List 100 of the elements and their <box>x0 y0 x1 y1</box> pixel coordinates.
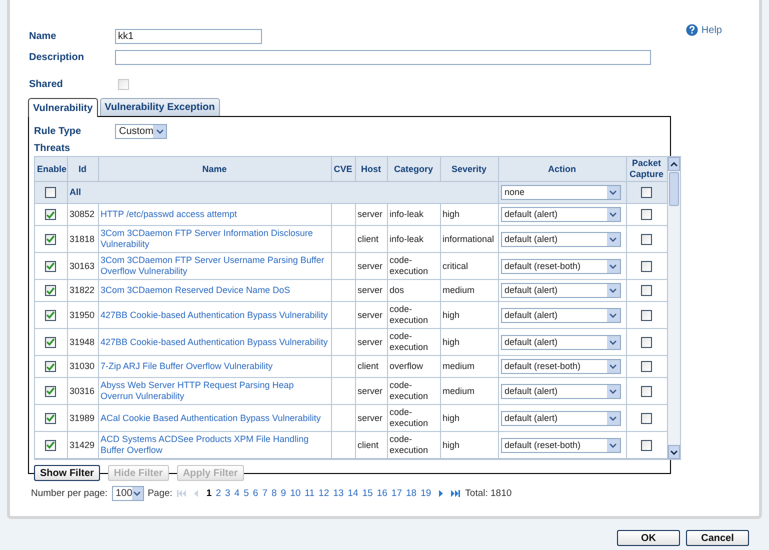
checkbox[interactable] <box>45 440 56 451</box>
dialog-button[interactable]: Cancel <box>686 530 749 546</box>
checkbox[interactable] <box>641 234 652 245</box>
column-header[interactable]: Severity <box>440 157 498 182</box>
column-header[interactable]: Action <box>498 157 626 182</box>
checkbox[interactable] <box>641 440 652 451</box>
page-link[interactable]: 4 <box>234 488 240 499</box>
table-cell: 30163 <box>70 260 95 270</box>
page-link[interactable]: 17 <box>391 488 402 499</box>
shared-checkbox[interactable] <box>118 79 129 90</box>
table-cell: 31989 <box>70 412 95 422</box>
table-cell: 31822 <box>70 285 95 295</box>
action-dropdown[interactable]: none <box>500 185 620 200</box>
help-link[interactable]: Help <box>701 24 722 36</box>
checkbox[interactable] <box>641 209 652 220</box>
table-cell: code-execution <box>390 407 428 428</box>
action-dropdown[interactable]: default (reset-both) <box>500 438 620 452</box>
dialog-button[interactable]: OK <box>617 530 680 546</box>
checkbox[interactable] <box>641 386 652 397</box>
action-dropdown[interactable]: default (alert) <box>500 232 620 246</box>
table-cell: client <box>358 361 379 371</box>
checkbox[interactable] <box>45 412 56 424</box>
table-cell: high <box>442 440 460 450</box>
page-link[interactable]: 2 <box>216 488 221 499</box>
table-cell: high <box>442 336 460 346</box>
table-cell: code-execution <box>390 331 428 352</box>
description-field[interactable] <box>115 50 651 65</box>
checkbox[interactable] <box>641 412 652 424</box>
filter-button[interactable]: Show Filter <box>34 465 100 481</box>
page-link[interactable]: 5 <box>244 488 249 499</box>
column-header[interactable]: Name <box>98 157 331 182</box>
action-dropdown[interactable]: default (alert) <box>500 334 620 350</box>
page-link[interactable]: 11 <box>304 488 315 499</box>
checkbox[interactable] <box>45 209 56 220</box>
rule-type-dropdown[interactable]: Custom <box>115 124 167 139</box>
checkbox[interactable] <box>641 285 652 296</box>
table-cell: high <box>442 412 460 422</box>
table-cell: info-leak <box>390 209 424 219</box>
scroll-down-icon[interactable] <box>668 445 680 459</box>
table-cell: server <box>358 260 383 270</box>
action-dropdown[interactable]: default (alert) <box>500 410 620 426</box>
column-header[interactable]: Enable <box>35 157 67 182</box>
field-label: Shared <box>29 79 64 90</box>
tab[interactable]: Vulnerability Exception <box>100 98 220 116</box>
help-icon[interactable] <box>686 24 698 36</box>
section-heading: Threats <box>34 143 72 154</box>
table-cell: 30316 <box>70 386 95 396</box>
page-link[interactable]: 7 <box>262 488 268 499</box>
action-dropdown[interactable]: default (alert) <box>500 384 620 398</box>
table-cell: 31429 <box>70 440 95 450</box>
checkbox[interactable] <box>45 187 56 198</box>
column-header[interactable]: Id <box>67 157 98 182</box>
checkbox[interactable] <box>45 285 56 296</box>
checkbox[interactable] <box>641 260 652 272</box>
page-link[interactable]: 8 <box>271 488 277 499</box>
action-dropdown[interactable]: default (reset-both) <box>500 359 620 374</box>
field-label: Name <box>29 31 58 42</box>
table-cell: high <box>442 310 460 320</box>
action-dropdown[interactable]: default (alert) <box>500 207 620 222</box>
checkbox[interactable] <box>641 336 652 348</box>
action-dropdown[interactable]: default (reset-both) <box>500 258 620 274</box>
tab[interactable]: Vulnerability <box>28 98 98 117</box>
table-cell: critical <box>442 260 468 270</box>
page-link[interactable]: 9 <box>280 488 286 499</box>
table-cell: server <box>358 386 383 396</box>
page-link[interactable]: 6 <box>252 488 258 499</box>
checkbox[interactable] <box>45 361 56 372</box>
page-link[interactable]: 18 <box>406 488 417 499</box>
checkbox[interactable] <box>641 310 652 321</box>
per-page-dropdown[interactable]: 100 <box>112 486 144 501</box>
column-header[interactable]: Category <box>387 157 440 182</box>
page-link[interactable]: 13 <box>333 488 344 499</box>
scrollbar[interactable] <box>667 157 680 459</box>
scroll-up-icon[interactable] <box>668 157 680 171</box>
action-dropdown[interactable]: default (alert) <box>500 308 620 322</box>
page-link[interactable]: 3 <box>225 488 230 499</box>
page-link[interactable]: 10 <box>290 488 301 499</box>
checkbox[interactable] <box>641 361 652 372</box>
column-header[interactable]: Packet Capture <box>626 157 667 182</box>
column-header[interactable]: Host <box>355 157 387 182</box>
name-field[interactable]: kk1 <box>115 29 262 44</box>
scrollbar-thumb[interactable] <box>669 172 679 206</box>
column-header[interactable]: CVE <box>331 157 355 182</box>
table-cell: 31948 <box>70 336 95 346</box>
checkbox[interactable] <box>45 336 56 348</box>
page-link[interactable]: 1 <box>206 488 212 499</box>
last-page-icon[interactable] <box>450 489 462 498</box>
page-link[interactable]: 19 <box>420 488 432 499</box>
checkbox[interactable] <box>45 310 56 321</box>
checkbox[interactable] <box>641 187 652 198</box>
page-link[interactable]: 15 <box>362 488 373 499</box>
page-link[interactable]: 12 <box>318 488 330 499</box>
per-page-label: Number per page: <box>31 488 108 499</box>
checkbox[interactable] <box>45 386 56 397</box>
checkbox[interactable] <box>45 234 56 245</box>
page-link[interactable]: 16 <box>376 488 388 499</box>
page-link[interactable]: 14 <box>348 488 358 499</box>
table-cell: code-execution <box>390 434 428 455</box>
action-dropdown[interactable]: default (alert) <box>500 283 620 298</box>
checkbox[interactable] <box>45 260 56 272</box>
